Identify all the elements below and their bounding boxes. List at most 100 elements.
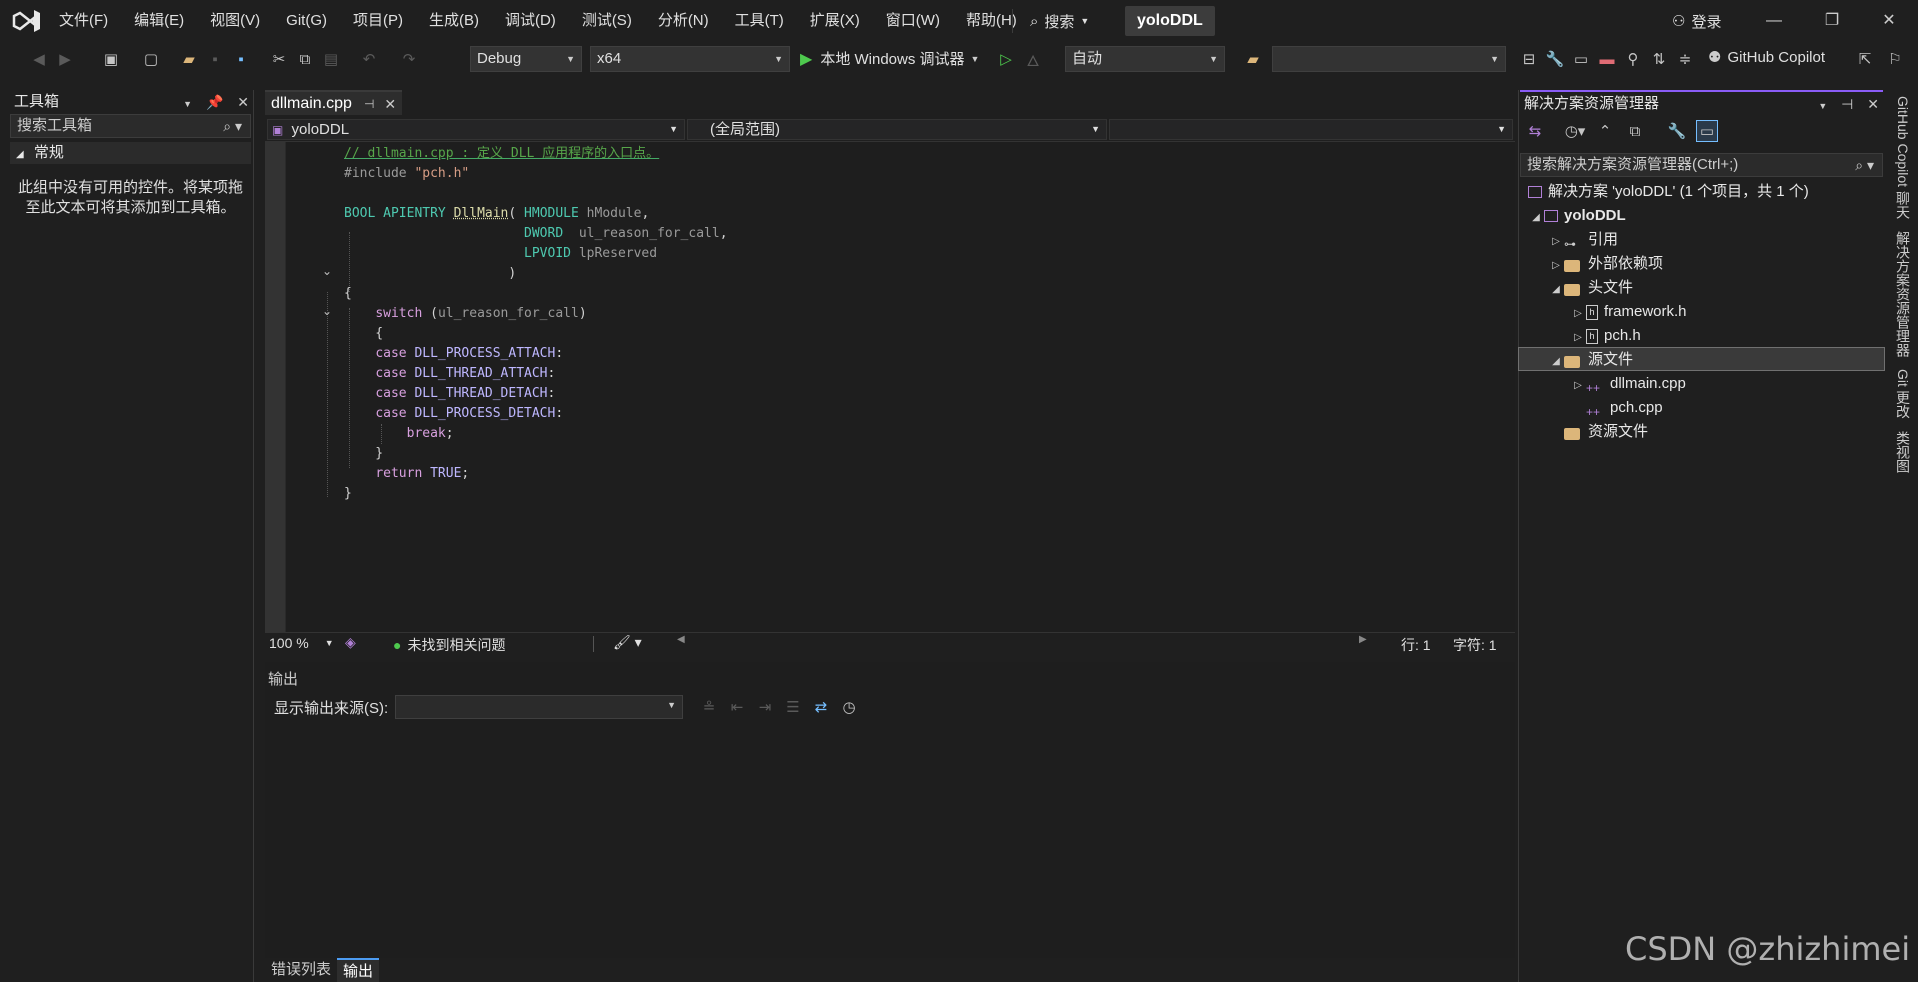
auto-select[interactable]: 自动 ▼ xyxy=(1065,46,1225,72)
timestamp-icon[interactable]: ◷ xyxy=(838,696,860,718)
forward-icon[interactable]: ▶ xyxy=(54,48,76,70)
paste-icon[interactable]: ▤ xyxy=(320,48,342,70)
chevron-down-icon[interactable]: ▼ xyxy=(183,99,192,109)
add-item-icon[interactable]: ▢ xyxy=(140,48,162,70)
pin-icon[interactable]: 📌 xyxy=(206,94,223,110)
wrench-icon[interactable]: 🔧 xyxy=(1544,48,1566,70)
redo-icon[interactable]: ↷ xyxy=(398,48,420,70)
collapse-all-icon[interactable]: ⌃ xyxy=(1594,120,1616,142)
tab-error-list[interactable]: 错误列表 xyxy=(265,958,337,982)
menu-debug[interactable]: 调试(D) xyxy=(492,0,569,42)
menu-window[interactable]: 窗口(W) xyxy=(873,0,953,42)
menu-analyze[interactable]: 分析(N) xyxy=(645,0,722,42)
collapsed-arrow-icon[interactable]: ▷ xyxy=(1548,254,1564,278)
find-message-icon[interactable]: ≗ xyxy=(698,696,720,718)
vtab-solution-explorer[interactable]: 解决方案资源管理器 xyxy=(1893,225,1913,363)
format-icon[interactable]: ≑ xyxy=(1674,48,1696,70)
column-indicator[interactable]: 字符: 1 xyxy=(1453,635,1497,655)
close-window-button[interactable]: ✕ xyxy=(1860,0,1918,42)
comment-icon[interactable]: ▭ xyxy=(1570,48,1592,70)
chevron-down-icon[interactable]: ▼ xyxy=(1818,101,1827,111)
menu-project[interactable]: 项目(P) xyxy=(340,0,416,42)
tree-item-header-files[interactable]: ◢ 头文件 xyxy=(1548,276,1633,300)
diagnostic-icon[interactable]: ⊟ xyxy=(1518,48,1540,70)
solution-search-input[interactable]: 搜索解决方案资源管理器(Ctrl+;) ⌕ ▾ xyxy=(1520,153,1883,177)
tree-item-resource-files[interactable]: 资源文件 xyxy=(1564,420,1648,444)
tree-item-project[interactable]: ◢ yoloDDL xyxy=(1528,204,1626,228)
open-folder-icon[interactable]: ▰ xyxy=(178,48,200,70)
new-project-icon[interactable]: ▣ xyxy=(100,48,122,70)
expanded-arrow-icon[interactable]: ◢ xyxy=(1528,206,1544,230)
menu-edit[interactable]: 编辑(E) xyxy=(121,0,197,42)
tree-item-pch-cpp[interactable]: ++ pch.cpp xyxy=(1586,396,1663,420)
solution-platform-select[interactable]: x64 ▼ xyxy=(590,46,790,72)
menu-help[interactable]: 帮助(H) xyxy=(953,0,1030,42)
global-search-button[interactable]: ⌕ 搜索 ▼ xyxy=(1030,9,1089,33)
next-message-icon[interactable]: ⇥ xyxy=(754,696,776,718)
undo-icon[interactable]: ↶ xyxy=(358,48,380,70)
back-icon[interactable]: ◀ xyxy=(28,48,50,70)
previous-message-icon[interactable]: ⇤ xyxy=(726,696,748,718)
start-debugging-button[interactable]: ▶ 本地 Windows 调试器 ▼ xyxy=(800,48,979,69)
issues-indicator[interactable]: ● 未找到相关问题 xyxy=(393,635,505,655)
share-icon[interactable]: ⇱ xyxy=(1854,48,1876,70)
vtab-class-view[interactable]: 类视图 xyxy=(1893,425,1913,479)
feedback-icon[interactable]: ⚐ xyxy=(1884,48,1906,70)
toolbox-icon[interactable]: ▬ xyxy=(1596,48,1618,70)
menu-view[interactable]: 视图(V) xyxy=(197,0,273,42)
expanded-arrow-icon[interactable]: ◢ xyxy=(1548,350,1564,374)
menu-extensions[interactable]: 扩展(X) xyxy=(797,0,873,42)
output-text-area[interactable] xyxy=(268,728,1512,956)
save-all-icon[interactable]: ▪ xyxy=(230,48,252,70)
menu-test[interactable]: 测试(S) xyxy=(569,0,645,42)
vtab-git-changes[interactable]: Git 更改 xyxy=(1893,363,1913,425)
hot-reload-icon[interactable]: 🜂 xyxy=(1022,48,1044,70)
fold-toggle-icon[interactable]: ⌄ xyxy=(320,264,334,278)
save-icon[interactable]: ▪ xyxy=(204,48,226,70)
history-icon[interactable]: ◷▾ xyxy=(1564,120,1586,142)
word-wrap-icon[interactable]: ⇄ xyxy=(810,696,832,718)
clear-all-icon[interactable]: ☰ xyxy=(782,696,804,718)
properties-icon[interactable]: 🔧 xyxy=(1666,120,1688,142)
tree-item-references[interactable]: ▷ ⊶ 引用 xyxy=(1548,228,1618,252)
toolbox-search-input[interactable]: 搜索工具箱 ⌕ ▾ xyxy=(10,114,251,138)
github-copilot-button[interactable]: ⚉ GitHub Copilot xyxy=(1708,48,1825,67)
preview-selected-icon[interactable]: ▭ xyxy=(1696,120,1718,142)
scroll-left-icon[interactable]: ◀ xyxy=(677,634,685,645)
tree-item-framework-h[interactable]: ▷ h framework.h xyxy=(1570,300,1686,326)
cut-icon[interactable]: ✂ xyxy=(268,48,290,70)
close-icon[interactable]: ✕ xyxy=(237,94,249,110)
switch-views-icon[interactable]: ⇆ xyxy=(1524,120,1546,142)
document-tab-dllmain[interactable]: dllmain.cpp ⊣ ✕ xyxy=(265,90,403,115)
startup-item-select[interactable]: ▼ xyxy=(1272,46,1506,72)
scroll-right-icon[interactable]: ▶ xyxy=(1359,634,1367,645)
expanded-arrow-icon[interactable]: ◢ xyxy=(1548,278,1564,302)
vtab-copilot-chat[interactable]: GitHub Copilot 聊天 xyxy=(1893,90,1913,225)
fold-toggle-icon[interactable]: ⌄ xyxy=(320,304,334,318)
intellicode-icon[interactable]: ◈ xyxy=(345,634,356,651)
member-nav-select[interactable]: ▼ xyxy=(1109,119,1513,140)
minimize-button[interactable]: ― xyxy=(1745,0,1803,42)
pin-icon[interactable]: ⊣ xyxy=(364,93,374,115)
scope-nav-select[interactable]: (全局范围) ▼ xyxy=(687,119,1107,140)
collapsed-arrow-icon[interactable]: ▷ xyxy=(1570,302,1586,326)
output-source-select[interactable]: ▼ xyxy=(395,695,683,719)
project-nav-select[interactable]: ▣ yoloDDL ▼ xyxy=(267,119,685,140)
zoom-select[interactable]: 100 % ▼ xyxy=(269,635,334,651)
tree-item-pch-h[interactable]: ▷ h pch.h xyxy=(1570,324,1641,348)
menu-git[interactable]: Git(G) xyxy=(273,0,340,42)
pin-icon[interactable]: ⊣ xyxy=(1841,96,1853,112)
start-without-debugging-icon[interactable]: ▷ xyxy=(995,48,1017,70)
menu-file[interactable]: 文件(F) xyxy=(46,0,121,42)
collapsed-arrow-icon[interactable]: ▷ xyxy=(1548,230,1564,254)
code-cleanup-icon[interactable]: 🖌 ▾ xyxy=(613,634,642,651)
tab-output[interactable]: 输出 xyxy=(337,958,380,982)
attach-icon[interactable]: ⚲ xyxy=(1622,48,1644,70)
tree-item-dllmain-cpp[interactable]: ▷ ++ dllmain.cpp xyxy=(1570,372,1686,396)
solution-config-select[interactable]: Debug ▼ xyxy=(470,46,582,72)
tree-item-solution[interactable]: 解决方案 'yoloDDL' (1 个项目，共 1 个) xyxy=(1528,180,1809,204)
sign-in-button[interactable]: ⚇ 登录 xyxy=(1672,9,1721,33)
close-icon[interactable]: ✕ xyxy=(384,93,396,115)
line-indicator[interactable]: 行: 1 xyxy=(1401,635,1431,655)
copy-icon[interactable]: ⧉ xyxy=(294,48,316,70)
